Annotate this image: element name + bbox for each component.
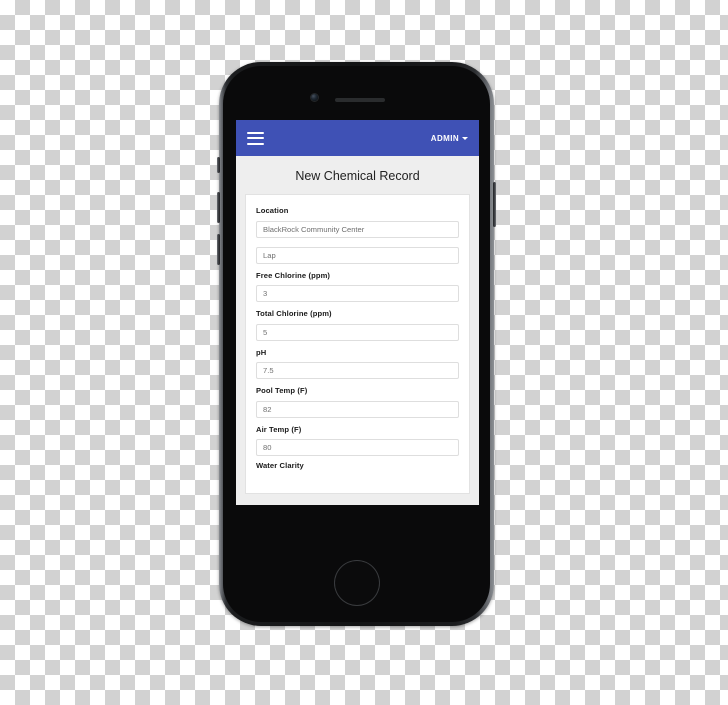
field-label-water-clarity: Water Clarity xyxy=(256,461,304,470)
phone-screen: ADMIN New Chemical Record Location Free … xyxy=(236,120,479,505)
pool-area-input[interactable] xyxy=(256,246,459,264)
volume-up-button[interactable] xyxy=(217,192,220,223)
field-label-free-chlorine: Free Chlorine (ppm) xyxy=(256,270,331,280)
field-label-location: Location xyxy=(256,206,289,215)
volume-down-button[interactable] xyxy=(217,234,220,265)
air-temp-input[interactable] xyxy=(256,439,459,456)
app-navbar: ADMIN xyxy=(236,120,479,156)
admin-account-dropdown[interactable]: ADMIN xyxy=(431,134,468,143)
location-input[interactable] xyxy=(256,220,459,238)
field-label-ph: pH xyxy=(256,347,267,357)
field-label-total-chlorine: Total Chlorine (ppm) xyxy=(256,309,332,318)
hamburger-bar-2 xyxy=(247,137,264,139)
front-camera-icon xyxy=(311,94,318,101)
earpiece-speaker-icon xyxy=(335,98,385,102)
ph-input[interactable] xyxy=(256,362,459,379)
device-bezel: ADMIN New Chemical Record Location Free … xyxy=(223,66,490,622)
chevron-down-icon xyxy=(462,136,468,140)
field-water-clarity: Water Clarity xyxy=(256,461,459,470)
field-pool-temp: Pool Temp (F) xyxy=(256,386,459,418)
hamburger-menu-icon[interactable] xyxy=(247,131,264,145)
admin-account-label: ADMIN xyxy=(430,133,459,143)
field-ph: pH xyxy=(256,347,459,379)
field-total-chlorine: Total Chlorine (ppm) xyxy=(256,309,459,341)
new-chemical-record-form: Location Free Chlorine (ppm) Total Chlor… xyxy=(245,194,470,494)
home-button[interactable] xyxy=(333,560,380,606)
field-pool-area xyxy=(256,245,459,264)
iphone-device-frame: ADMIN New Chemical Record Location Free … xyxy=(217,62,496,626)
field-location: Location xyxy=(256,206,459,238)
power-button[interactable] xyxy=(493,182,496,227)
field-label-air-temp: Air Temp (F) xyxy=(256,424,302,434)
total-chlorine-input[interactable] xyxy=(256,323,459,341)
free-chlorine-input[interactable] xyxy=(256,285,459,302)
field-air-temp: Air Temp (F) xyxy=(256,424,459,456)
field-free-chlorine: Free Chlorine (ppm) xyxy=(256,270,459,302)
hamburger-bar-3 xyxy=(247,142,264,145)
page-title: New Chemical Record xyxy=(295,169,420,183)
pool-temp-input[interactable] xyxy=(256,400,459,418)
hamburger-bar-1 xyxy=(247,131,264,134)
silent-switch[interactable] xyxy=(217,157,220,173)
field-label-pool-temp: Pool Temp (F) xyxy=(256,386,308,395)
